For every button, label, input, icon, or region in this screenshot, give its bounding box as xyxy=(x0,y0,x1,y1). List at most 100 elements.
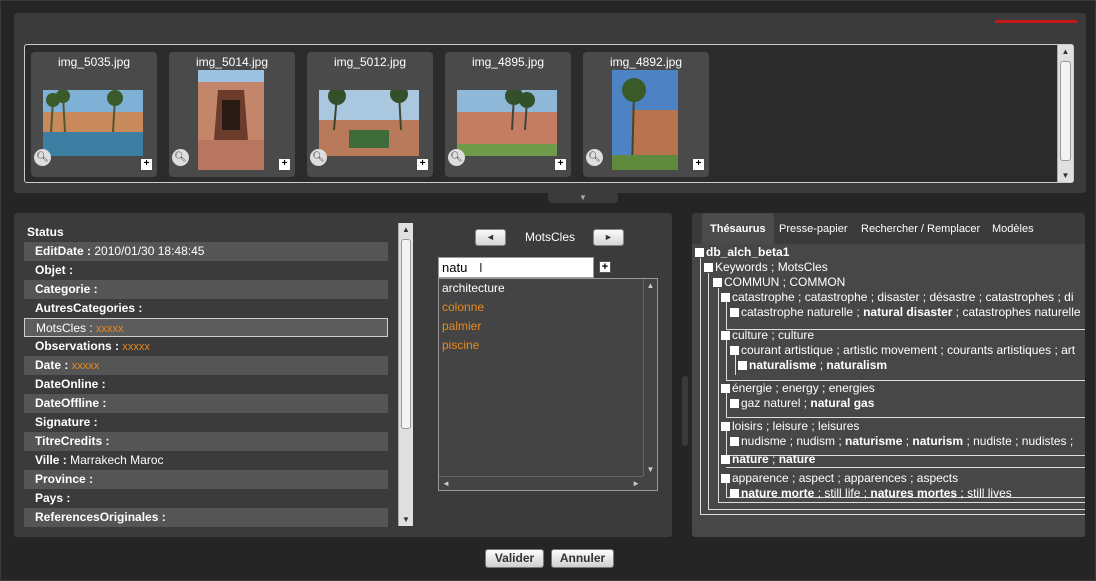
keyword-item[interactable]: architecture xyxy=(439,279,657,298)
leaf-icon[interactable] xyxy=(730,437,739,446)
keyword-list-hscrollbar[interactable]: ◄ ► xyxy=(439,476,643,490)
field-row[interactable]: EditDate : 2010/01/30 18:48:45 xyxy=(24,242,388,261)
field-row[interactable]: TitreCredits : xyxy=(24,432,388,451)
collapse-toggle[interactable]: ▼ xyxy=(548,193,618,203)
field-row[interactable]: Objet : xyxy=(24,261,388,280)
thumbnail-card[interactable]: img_5035.jpg 🔍︎ + xyxy=(31,52,157,177)
collapse-icon[interactable] xyxy=(713,278,722,287)
tree-node-keywords[interactable]: Keywords ; MotsCles xyxy=(704,260,828,275)
keyword-item[interactable]: colonne xyxy=(439,298,657,317)
field-row[interactable]: Province : xyxy=(24,470,388,489)
field-row[interactable]: Categorie : xyxy=(24,280,388,299)
prev-field-button[interactable]: ◄ xyxy=(475,229,506,246)
keyword-item[interactable]: palmier xyxy=(439,317,657,336)
tree-node-apparence[interactable]: apparence ; aspect ; apparences ; aspect… xyxy=(721,471,958,486)
scroll-right-icon[interactable]: ► xyxy=(632,479,640,488)
tree-node-nature-morte[interactable]: nature morte ; still life ; natures mort… xyxy=(730,486,1012,501)
tab-templates[interactable]: Modèles xyxy=(992,223,1034,235)
cancel-button[interactable]: Annuler xyxy=(551,549,614,568)
panel-resize-grip[interactable] xyxy=(682,376,688,446)
plus-icon[interactable]: + xyxy=(693,159,704,170)
field-row[interactable]: Pays : xyxy=(24,489,388,508)
add-keyword-button[interactable]: + xyxy=(599,261,611,273)
tree-node-culture[interactable]: culture ; culture xyxy=(721,328,814,343)
field-label: Objet : xyxy=(35,263,73,277)
tree-label: db_alch_beta1 xyxy=(706,245,790,259)
scroll-left-icon[interactable]: ◄ xyxy=(442,479,450,488)
thumbnail-filename: img_4892.jpg xyxy=(609,55,683,69)
leaf-icon[interactable] xyxy=(730,399,739,408)
thumbnail-filename: img_5014.jpg xyxy=(195,55,269,69)
field-row[interactable]: Ville : Marrakech Maroc xyxy=(24,451,388,470)
keyword-input[interactable]: natu I xyxy=(438,257,594,278)
tree-node-root[interactable]: db_alch_beta1 xyxy=(695,245,789,260)
collapse-icon[interactable] xyxy=(695,248,704,257)
tree-node-nature[interactable]: nature ; nature xyxy=(721,452,815,467)
tree-label-match: natural disaster xyxy=(863,305,953,319)
keyword-list-scrollbar[interactable]: ▲ ▼ xyxy=(643,279,657,476)
tree-label-match: naturisme xyxy=(845,434,903,448)
thumbnail-card[interactable]: img_4895.jpg 🔍︎ + xyxy=(445,52,571,177)
validate-button[interactable]: Valider xyxy=(485,549,544,568)
panel-resize-grip[interactable] xyxy=(419,376,425,446)
tab-clipboard[interactable]: Presse-papier xyxy=(779,223,847,235)
magnifier-icon[interactable]: 🔍︎ xyxy=(34,149,51,166)
magnifier-icon[interactable]: 🔍︎ xyxy=(310,149,327,166)
tree-node-gaz-naturel[interactable]: gaz naturel ; natural gas xyxy=(730,396,874,411)
leaf-icon[interactable] xyxy=(730,308,739,317)
scroll-up-icon[interactable]: ▲ xyxy=(399,225,413,234)
thumbnail-card[interactable]: img_4892.jpg 🔍︎ + xyxy=(583,52,709,177)
field-list-scrollbar[interactable]: ▲ ▼ xyxy=(398,223,413,526)
field-row[interactable]: Observations : xxxxx xyxy=(24,337,388,356)
collapse-icon[interactable] xyxy=(721,384,730,393)
field-row[interactable]: AutresCategories : xyxy=(24,299,388,318)
tree-node-courant-artistique[interactable]: courant artistique ; artistic movement ;… xyxy=(730,343,1075,358)
tab-thesaurus[interactable]: Thésaurus xyxy=(702,213,774,244)
tree-node-loisirs[interactable]: loisirs ; leisure ; leisures xyxy=(721,419,859,434)
field-row[interactable]: MotsCles : xxxxx xyxy=(24,318,388,337)
field-row[interactable]: ReferencesOriginales : xyxy=(24,508,388,527)
tree-node-energie[interactable]: énergie ; energy ; energies xyxy=(721,381,875,396)
thumbnail-scrollbar[interactable]: ▲ ▼ xyxy=(1057,45,1073,182)
thumbnail-card[interactable]: img_5014.jpg 🔍︎ + xyxy=(169,52,295,177)
tree-node-catastrophe[interactable]: catastrophe ; catastrophe ; disaster ; d… xyxy=(721,290,1074,305)
leaf-icon[interactable] xyxy=(738,361,747,370)
scroll-down-icon[interactable]: ▼ xyxy=(399,515,413,524)
leaf-icon[interactable] xyxy=(730,489,739,498)
tree-node-catastrophe-naturelle[interactable]: catastrophe naturelle ; natural disaster… xyxy=(730,305,1081,320)
collapse-icon[interactable] xyxy=(721,474,730,483)
field-row[interactable]: DateOffline : xyxy=(24,394,388,413)
scroll-up-icon[interactable]: ▲ xyxy=(1058,47,1073,56)
collapse-icon[interactable] xyxy=(721,422,730,431)
scrollbar-thumb[interactable] xyxy=(1060,61,1071,161)
scroll-up-icon[interactable]: ▲ xyxy=(644,281,657,290)
scrollbar-thumb[interactable] xyxy=(401,239,411,429)
collapse-icon[interactable] xyxy=(730,346,739,355)
tree-label-match: naturalism xyxy=(826,358,888,372)
field-row[interactable]: Date : xxxxx xyxy=(24,356,388,375)
magnifier-icon[interactable]: 🔍︎ xyxy=(448,149,465,166)
tree-node-commun[interactable]: COMMUN ; COMMON xyxy=(713,275,845,290)
field-row[interactable]: Signature : xyxy=(24,413,388,432)
collapse-icon[interactable] xyxy=(721,331,730,340)
keyword-item[interactable]: piscine xyxy=(439,336,657,355)
field-row[interactable]: Status xyxy=(24,223,388,242)
tree-node-nudisme[interactable]: nudisme ; nudism ; naturisme ; naturism … xyxy=(730,434,1073,449)
field-label: Signature : xyxy=(35,415,98,429)
collapse-icon[interactable] xyxy=(721,293,730,302)
leaf-icon[interactable] xyxy=(721,455,730,464)
tab-search-replace[interactable]: Rechercher / Remplacer xyxy=(861,223,980,235)
plus-icon[interactable]: + xyxy=(279,159,290,170)
scroll-down-icon[interactable]: ▼ xyxy=(644,465,657,474)
plus-icon[interactable]: + xyxy=(141,159,152,170)
collapse-icon[interactable] xyxy=(704,263,713,272)
plus-icon[interactable]: + xyxy=(417,159,428,170)
scroll-down-icon[interactable]: ▼ xyxy=(1058,171,1073,180)
field-row[interactable]: DateOnline : xyxy=(24,375,388,394)
tree-node-naturalisme[interactable]: naturalisme ; naturalism xyxy=(738,358,887,373)
magnifier-icon[interactable]: 🔍︎ xyxy=(172,149,189,166)
plus-icon[interactable]: + xyxy=(555,159,566,170)
next-field-button[interactable]: ► xyxy=(593,229,624,246)
magnifier-icon[interactable]: 🔍︎ xyxy=(586,149,603,166)
thumbnail-card[interactable]: img_5012.jpg 🔍︎ + xyxy=(307,52,433,177)
